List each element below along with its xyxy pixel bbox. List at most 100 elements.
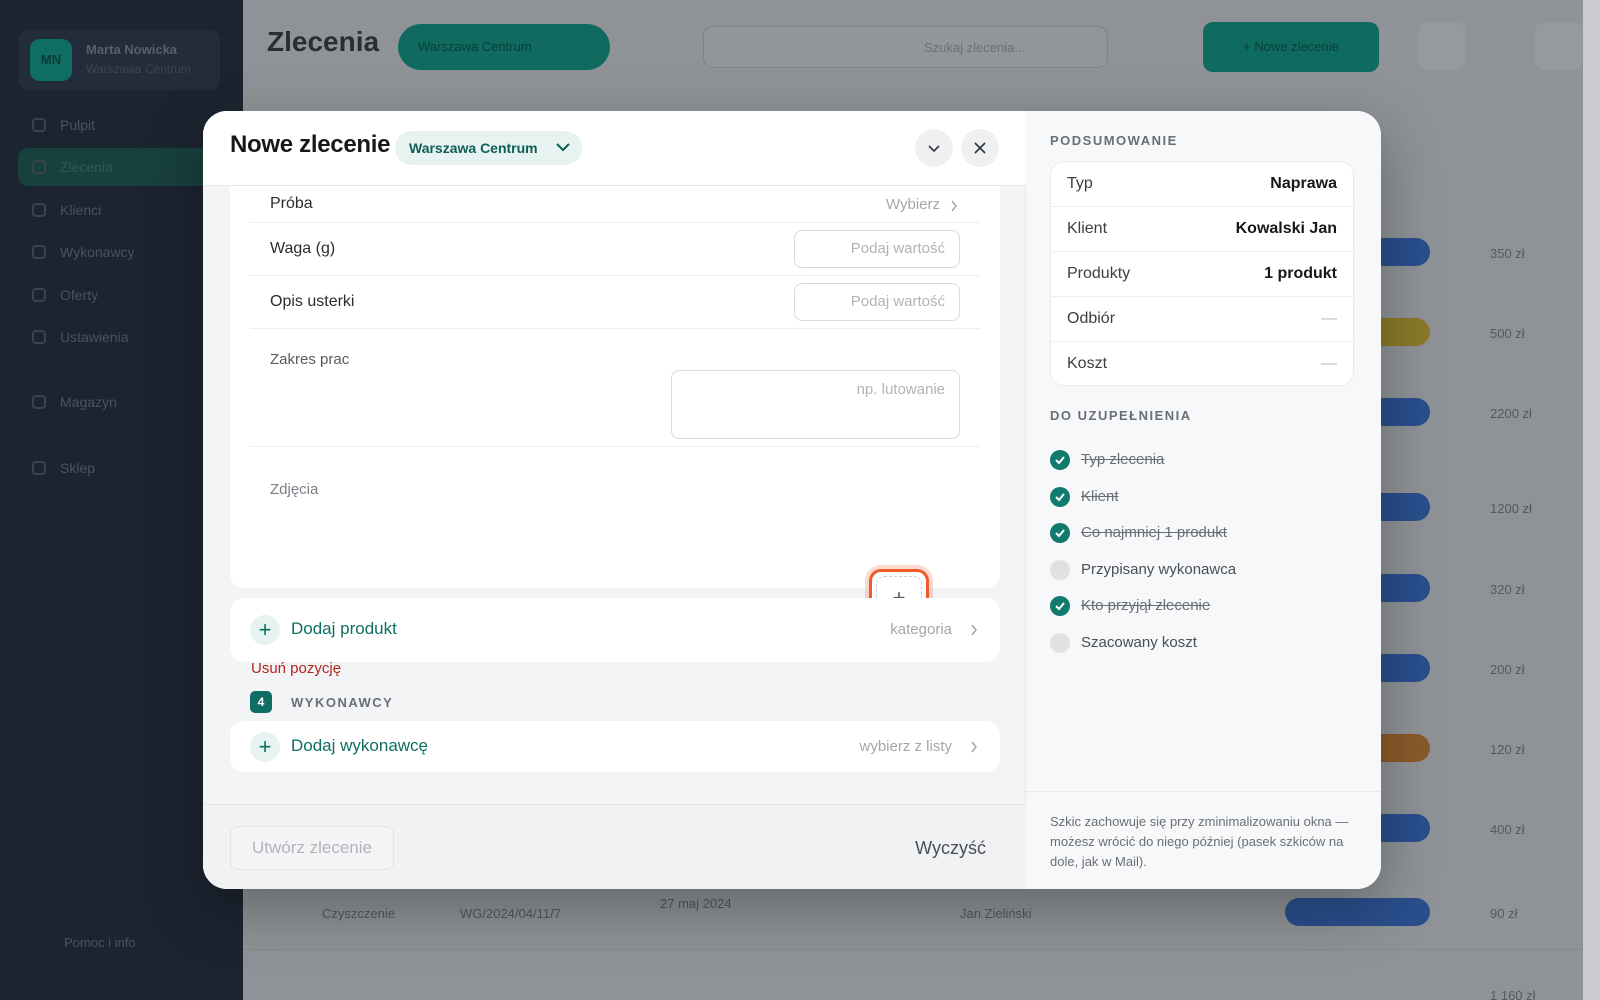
check-icon <box>1050 596 1070 616</box>
row-code: WG/2024/04/11/7 <box>460 906 561 921</box>
row-price: 120 zł <box>1490 742 1525 757</box>
chevron-right-icon <box>971 741 977 753</box>
empty-circle-icon <box>1050 633 1070 653</box>
draft-note: Szkic zachowuje się przy zminimalizowani… <box>1026 791 1381 889</box>
plus-icon: + <box>250 732 280 762</box>
add-contractor-hint: wybierz z listy <box>859 738 952 755</box>
row-price: 500 zł <box>1490 326 1525 341</box>
modal-header: Nowe zlecenie Warszawa Centrum <box>203 111 1026 186</box>
close-icon <box>974 142 986 154</box>
row-price: 350 zł <box>1490 246 1525 261</box>
status-badge <box>1285 898 1430 926</box>
row-price: 1200 zł <box>1490 501 1532 516</box>
row-price: 90 zł <box>1490 906 1518 921</box>
summary-row-client: Klient Kowalski Jan <box>1051 207 1353 252</box>
summary-row-cost: Koszt — <box>1051 342 1353 387</box>
row-price: 2200 zł <box>1490 406 1532 421</box>
field-zakres: Zakres prac np. lutowanie <box>250 341 980 447</box>
home-icon <box>32 118 46 132</box>
search-input[interactable]: Szukaj zlecenia... <box>703 26 1108 68</box>
location-selector[interactable]: Warszawa Centrum <box>398 24 610 70</box>
user-role: Warszawa Centrum <box>86 62 191 76</box>
summary-row-products: Produkty 1 produkt <box>1051 252 1353 297</box>
summary-value: Kowalski Jan <box>1235 220 1337 237</box>
todo-item: Klient <box>1050 487 1350 509</box>
work-scope-textarea[interactable]: np. lutowanie <box>671 370 960 439</box>
todo-label: Typ zlecenia <box>1081 451 1165 468</box>
row-client: Jan Zieliński <box>960 906 1032 921</box>
page-title: Zlecenia <box>267 26 380 57</box>
add-product-row[interactable]: + Dodaj produkt kategoria <box>230 598 1000 662</box>
bell-icon[interactable] <box>1535 22 1583 70</box>
gear-icon <box>32 330 46 344</box>
user-name: Marta Nowicka <box>86 42 178 57</box>
close-button[interactable] <box>961 129 999 167</box>
box-icon <box>32 395 46 409</box>
avatar: MN <box>30 39 72 81</box>
todo-item: Co najmniej 1 produkt <box>1050 523 1350 545</box>
empty-circle-icon <box>1050 560 1070 580</box>
remove-item-link[interactable]: Usuń pozycję <box>251 660 341 677</box>
location-dropdown-label: Warszawa Centrum <box>409 140 538 156</box>
field-zdjecia-label: Zdjęcia <box>270 481 319 498</box>
todo-label: Co najmniej 1 produkt <box>1081 524 1227 541</box>
location-dropdown[interactable]: Warszawa Centrum <box>395 131 582 165</box>
field-zakres-label: Zakres prac <box>270 351 350 368</box>
page-scrollbar[interactable] <box>1583 0 1600 1000</box>
store-icon <box>32 461 46 475</box>
todo-label: Szacowany koszt <box>1081 634 1197 651</box>
summary-row-pickup: Odbiór — <box>1051 297 1353 342</box>
calendar-icon[interactable] <box>1418 22 1466 70</box>
product-card: Próba Wybierz Waga (g) Podaj wartość Opi… <box>230 186 1000 588</box>
order-form: Nowe zlecenie Warszawa Centrum Próba Wyb… <box>203 111 1026 889</box>
todo-item: Typ zlecenia <box>1050 450 1350 472</box>
field-proba[interactable]: Próba Wybierz <box>250 186 980 223</box>
check-icon <box>1050 450 1070 470</box>
plus-icon: + <box>250 615 280 645</box>
chevron-down-icon <box>556 143 570 152</box>
todo-label: Kto przyjął zlecenie <box>1081 597 1211 614</box>
check-icon <box>1050 487 1070 507</box>
step-number-badge: 4 <box>250 691 272 713</box>
defect-description-input[interactable]: Podaj wartość <box>794 283 960 321</box>
field-proba-label: Próba <box>270 195 313 212</box>
summary-key: Typ <box>1067 175 1093 192</box>
summary-value: — <box>1321 355 1337 372</box>
add-contractor-row[interactable]: + Dodaj wykonawcę wybierz z listy <box>230 721 1000 772</box>
field-opis: Opis usterki Podaj wartość <box>250 276 980 329</box>
field-waga-label: Waga (g) <box>270 240 336 257</box>
summary-value: Naprawa <box>1270 175 1337 192</box>
todo-item: Przypisany wykonawca <box>1050 560 1350 582</box>
clear-button[interactable]: Wyczyść <box>915 838 986 859</box>
todo-heading: DO UZUPEŁNIENIA <box>1050 408 1192 423</box>
orders-icon <box>32 160 46 174</box>
field-waga: Waga (g) Podaj wartość <box>250 223 980 276</box>
summary-heading: PODSUMOWANIE <box>1050 133 1178 148</box>
summary-panel: PODSUMOWANIE Typ Naprawa Klient Kowalski… <box>1026 111 1381 889</box>
chevron-down-icon <box>928 145 940 153</box>
help-link[interactable]: Pomoc i info <box>30 935 136 950</box>
chevron-right-icon <box>971 624 977 636</box>
summary-key: Klient <box>1067 220 1108 237</box>
minimize-button[interactable] <box>915 129 953 167</box>
row-type: Czyszczenie <box>322 906 395 921</box>
summary-key: Koszt <box>1067 355 1108 372</box>
todo-item: Kto przyjął zlecenie <box>1050 596 1350 618</box>
form-scroll-area[interactable]: Próba Wybierz Waga (g) Podaj wartość Opi… <box>203 186 1026 794</box>
row-price: 320 zł <box>1490 582 1525 597</box>
weight-input[interactable]: Podaj wartość <box>794 230 960 268</box>
wrench-icon <box>32 245 46 259</box>
todo-label: Klient <box>1081 488 1119 505</box>
chevron-right-icon <box>951 200 957 212</box>
user-card[interactable]: MN Marta Nowicka Warszawa Centrum <box>18 30 220 90</box>
create-order-button[interactable]: Utwórz zlecenie <box>230 826 394 870</box>
new-order-button[interactable]: + Nowe zlecenie <box>1203 22 1379 72</box>
field-proba-value: Wybierz <box>885 196 940 213</box>
summary-key: Odbiór <box>1067 310 1116 327</box>
section-title-wykonawcy: WYKONAWCY <box>291 695 394 710</box>
todo-label: Przypisany wykonawca <box>1081 561 1237 578</box>
summary-row-type: Typ Naprawa <box>1051 162 1353 207</box>
user-icon <box>32 203 46 217</box>
add-contractor-label: Dodaj wykonawcę <box>291 736 429 755</box>
row-price: 1 160 zł <box>1490 988 1536 1000</box>
